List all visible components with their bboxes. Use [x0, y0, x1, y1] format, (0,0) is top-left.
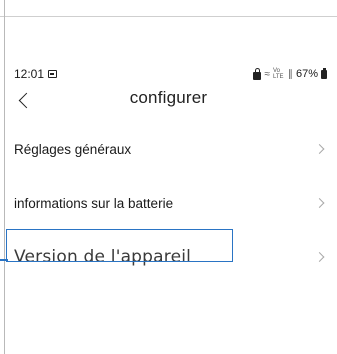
image-icon — [48, 70, 58, 78]
battery-icon — [321, 68, 327, 79]
settings-menu: Réglages généraux informations sur la ba… — [0, 122, 337, 284]
menu-item-device-version[interactable]: Version de l'appareil — [0, 230, 337, 284]
chevron-right-icon — [314, 144, 325, 154]
app-header: configurer — [0, 86, 337, 114]
wifi-icon: ≈ — [264, 68, 270, 80]
lock-icon — [253, 67, 262, 80]
menu-item-label: informations sur la batterie — [14, 195, 174, 211]
menu-item-battery-info[interactable]: informations sur la batterie — [0, 176, 337, 230]
status-bar: 12:01 ≈ Vo LTE ∥ 67% — [14, 66, 327, 82]
status-right: ≈ Vo LTE ∥ 67% — [253, 67, 327, 80]
status-time: 12:01 — [14, 67, 45, 81]
menu-item-label: Version de l'appareil — [14, 247, 192, 267]
status-left: 12:01 — [14, 67, 58, 81]
signal-icon: ∥ — [287, 68, 293, 80]
battery-percent: 67% — [295, 68, 318, 80]
chevron-right-icon — [314, 252, 325, 262]
menu-item-general-settings[interactable]: Réglages généraux — [0, 122, 337, 176]
frame-top-border — [0, 16, 337, 17]
selection-highlight-connector — [0, 259, 8, 261]
page-title: configurer — [129, 88, 208, 107]
menu-item-label: Réglages généraux — [14, 141, 132, 157]
chevron-right-icon — [314, 198, 325, 208]
volte-icon: Vo LTE — [272, 68, 284, 80]
